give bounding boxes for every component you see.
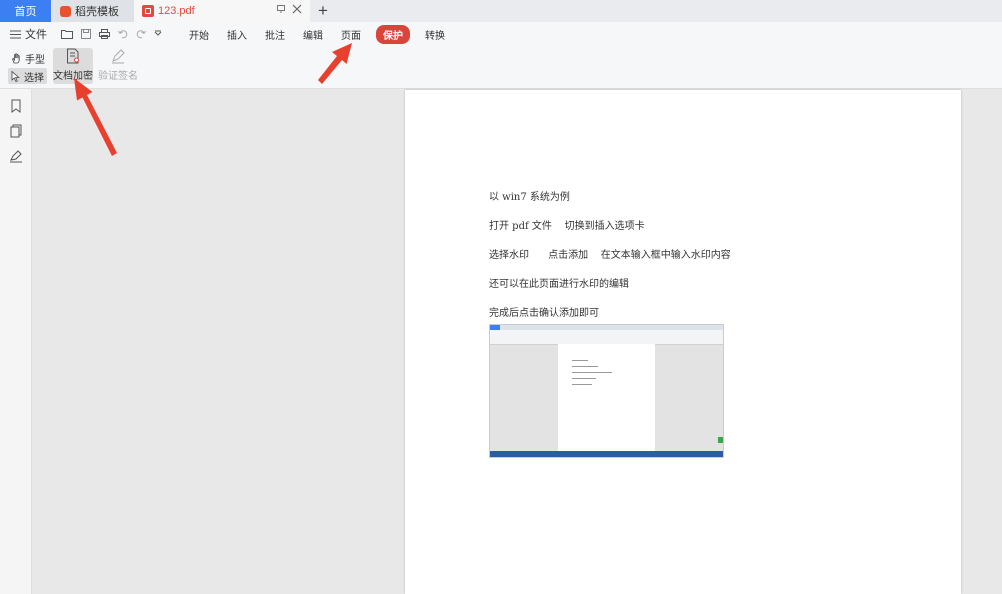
document-line: 还可以在此页面进行水印的编辑 <box>489 279 629 290</box>
menu-bar: 文件 开始 插入 批注 编辑 页面 保护 转换 <box>0 22 1002 46</box>
hand-tool-label: 手型 <box>25 54 45 66</box>
file-menu-button[interactable]: 文件 <box>10 26 47 42</box>
encrypt-document-button[interactable]: 文档加密 <box>53 48 93 84</box>
menu-annotate[interactable]: 批注 <box>256 25 294 44</box>
tab-document[interactable]: 123.pdf <box>134 0 310 22</box>
tab-bar: 首页 稻壳模板 123.pdf + <box>0 0 1002 23</box>
tab-document-label: 123.pdf <box>158 5 195 17</box>
tab-templates-label: 稻壳模板 <box>75 6 119 18</box>
save-icon[interactable] <box>81 29 91 39</box>
left-sidebar <box>0 89 32 594</box>
tab-home[interactable]: 首页 <box>0 0 51 22</box>
ribbon: 手型 选择 文档加密 验证签名 <box>0 46 1002 89</box>
arrow-to-encrypt-icon <box>74 78 117 156</box>
new-tab-button[interactable]: + <box>318 1 328 21</box>
menu-convert[interactable]: 转换 <box>416 25 454 44</box>
chevron-down-icon[interactable] <box>154 30 162 38</box>
verify-signature-button[interactable]: 验证签名 <box>98 48 138 84</box>
thumbnail-icon[interactable] <box>9 124 23 138</box>
file-menu-label: 文件 <box>25 29 47 41</box>
hamburger-icon <box>10 30 21 38</box>
menu-page[interactable]: 页面 <box>332 25 370 44</box>
select-tool-button[interactable]: 选择 <box>8 68 47 84</box>
select-tool-label: 选择 <box>24 72 44 84</box>
close-icon[interactable] <box>292 4 302 14</box>
encrypt-document-label: 文档加密 <box>53 71 93 82</box>
pdf-icon <box>142 5 154 17</box>
open-folder-icon[interactable] <box>61 29 73 39</box>
undo-icon[interactable] <box>118 29 128 39</box>
tab-home-label: 首页 <box>14 6 37 18</box>
menu-tabs: 开始 插入 批注 编辑 页面 保护 转换 <box>180 24 454 44</box>
document-line: 完成后点击确认添加即可 <box>489 308 599 319</box>
document-line: 打开 pdf 文件 切换到插入选项卡 <box>489 221 645 232</box>
bookmark-icon[interactable] <box>9 99 23 113</box>
print-icon[interactable] <box>99 29 110 39</box>
cursor-icon <box>11 70 20 82</box>
menu-protect[interactable]: 保护 <box>376 24 410 44</box>
daoke-icon <box>60 5 71 17</box>
hand-icon <box>11 52 20 63</box>
pin-icon[interactable] <box>276 4 286 14</box>
menu-insert[interactable]: 插入 <box>218 25 256 44</box>
verify-signature-label: 验证签名 <box>98 71 138 82</box>
document-line: 以 win7 系统为例 <box>489 192 570 203</box>
menu-edit[interactable]: 编辑 <box>294 25 332 44</box>
hand-tool-button[interactable]: 手型 <box>8 50 48 66</box>
embedded-screenshot-image <box>489 324 724 458</box>
tab-templates[interactable]: 稻壳模板 <box>52 0 134 22</box>
quick-access-toolbar <box>61 29 162 39</box>
document-page: 以 win7 系统为例 打开 pdf 文件 切换到插入选项卡 选择水印 点击添加… <box>405 90 961 594</box>
redo-icon[interactable] <box>136 29 146 39</box>
signature-pen-icon <box>112 49 125 64</box>
document-lock-icon <box>67 48 79 64</box>
menu-start[interactable]: 开始 <box>180 25 218 44</box>
document-line: 选择水印 点击添加 在文本输入框中输入水印内容 <box>489 250 731 261</box>
signature-icon[interactable] <box>9 149 23 163</box>
